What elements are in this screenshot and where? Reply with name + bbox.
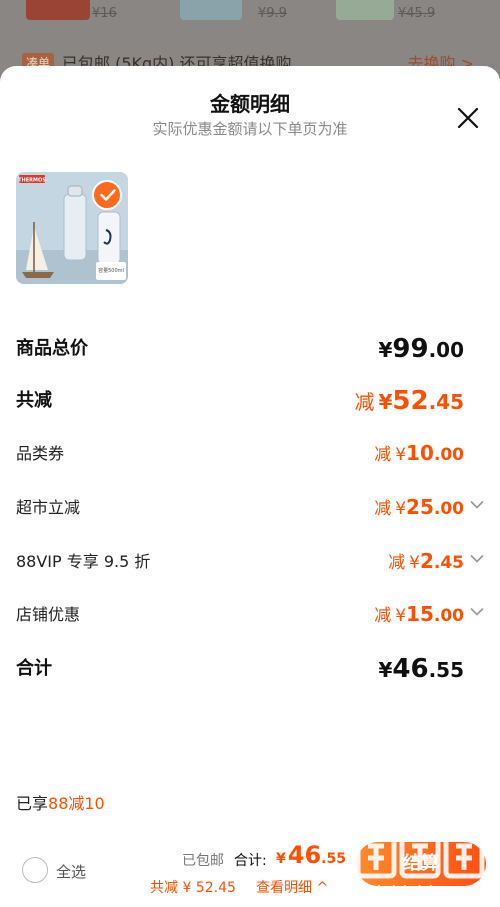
chevron-down-icon[interactable]: [470, 500, 484, 510]
sheet-subtitle: 实际优惠金额请以下单页为准: [152, 120, 348, 138]
amount-int: 99: [392, 334, 429, 364]
bg-price: ¥9.9: [258, 6, 287, 21]
amount-dec: .45: [428, 390, 464, 414]
minus-label: 减: [374, 499, 392, 519]
yen-sign: ¥: [378, 338, 393, 362]
sheet-title: 金额明细: [210, 92, 290, 116]
enjoyed-highlight: 88减10: [48, 794, 105, 813]
minus-label: 减: [354, 390, 375, 414]
price-row[interactable]: 店铺优惠 减 ¥15.00: [16, 601, 484, 631]
amount-int: 10: [406, 441, 434, 465]
price-row-label: 超市立减: [16, 498, 81, 517]
price-detail-sheet: 金额明细 实际优惠金额请以下单页为准 THERMOS 容量500ml 商品总价 …: [0, 66, 500, 907]
price-row-label: 共减: [16, 390, 52, 411]
yen-sign: ¥: [378, 390, 393, 414]
close-icon: [457, 107, 479, 129]
selected-checkbox[interactable]: [92, 180, 122, 210]
price-row: 合计 ¥46.55: [16, 654, 484, 684]
price-row[interactable]: 88VIP 专享 9.5 折 减 ¥2.45: [16, 548, 484, 578]
enjoyed-prefix: 已享: [16, 794, 49, 813]
price-row-value: 减 ¥2.45: [388, 548, 464, 573]
bg-price: ¥45.9: [398, 6, 436, 21]
total-int: 46: [287, 841, 322, 869]
product-thumbnail[interactable]: THERMOS 容量500ml: [16, 172, 128, 284]
amount-dec: .00: [433, 445, 464, 465]
price-row-label: 合计: [16, 658, 52, 679]
amount-dec: .45: [433, 553, 464, 573]
checkout-button[interactable]: 结算: [356, 842, 486, 886]
total-label: 合计:: [234, 853, 267, 869]
amount-dec: .00: [433, 499, 464, 519]
price-row: 商品总价 ¥99.00: [16, 334, 484, 364]
price-row-value: 减 ¥25.00: [374, 494, 464, 519]
price-row: 共减 减 ¥52.45: [16, 386, 484, 416]
price-row-value: ¥99.00: [378, 334, 464, 364]
amount-dec: .00: [433, 606, 464, 626]
close-button[interactable]: [456, 106, 480, 130]
minus-label: 减: [388, 553, 406, 573]
minus-label: 减: [374, 445, 392, 465]
total-dec: .55: [321, 851, 346, 867]
total-yen: ¥: [276, 851, 286, 867]
amount-dec: .55: [428, 658, 464, 682]
price-row: 品类券 减 ¥10.00: [16, 440, 484, 470]
yen-sign: ¥: [395, 606, 407, 626]
amount-dec: .00: [428, 338, 464, 362]
price-row-label: 88VIP 专享 9.5 折: [16, 552, 151, 571]
price-row-label: 品类券: [16, 444, 65, 463]
enjoyed-promo: 已享88减10: [16, 790, 105, 814]
price-row-value: ¥46.55: [378, 654, 464, 684]
bg-price: ¥16: [92, 6, 117, 21]
amount-int: 15: [406, 602, 434, 626]
price-row-label: 店铺优惠: [16, 605, 81, 624]
bg-product-thumb: [336, 0, 394, 20]
chevron-down-icon[interactable]: [470, 607, 484, 617]
amount-int: 25: [406, 495, 434, 519]
yen-sign: ¥: [395, 445, 407, 465]
price-row-value: 减 ¥52.45: [354, 386, 464, 416]
select-all-radio[interactable]: [22, 857, 48, 883]
capacity-text: 容量500ml: [98, 267, 124, 274]
total-amount: ¥ 46 .55: [276, 841, 346, 869]
view-detail-link[interactable]: 查看明细 ^: [256, 877, 328, 897]
amount-int: 46: [392, 654, 429, 684]
yen-sign: ¥: [378, 658, 393, 682]
shipping-label: 已包邮: [182, 853, 224, 869]
price-row-value: 减 ¥10.00: [374, 440, 464, 465]
bg-product-thumb: [26, 0, 90, 20]
select-all-label[interactable]: 全选: [56, 861, 86, 882]
minus-label: 减: [374, 606, 392, 626]
bg-product-thumb: [180, 0, 242, 20]
saved-summary: 共减 ¥ 52.45: [150, 880, 236, 896]
yen-sign: ¥: [395, 499, 407, 519]
watermark-text: zhizhizhi.com: [356, 883, 478, 903]
brand-text: THERMOS: [18, 178, 46, 184]
amount-int: 2: [419, 549, 434, 573]
yen-sign: ¥: [409, 553, 420, 573]
chevron-down-icon[interactable]: [470, 554, 484, 564]
price-row-label: 商品总价: [16, 338, 88, 359]
price-row[interactable]: 超市立减 减 ¥25.00: [16, 494, 484, 524]
amount-int: 52: [392, 386, 429, 416]
price-row-value: 减 ¥15.00: [374, 601, 464, 626]
check-icon: [100, 189, 116, 201]
